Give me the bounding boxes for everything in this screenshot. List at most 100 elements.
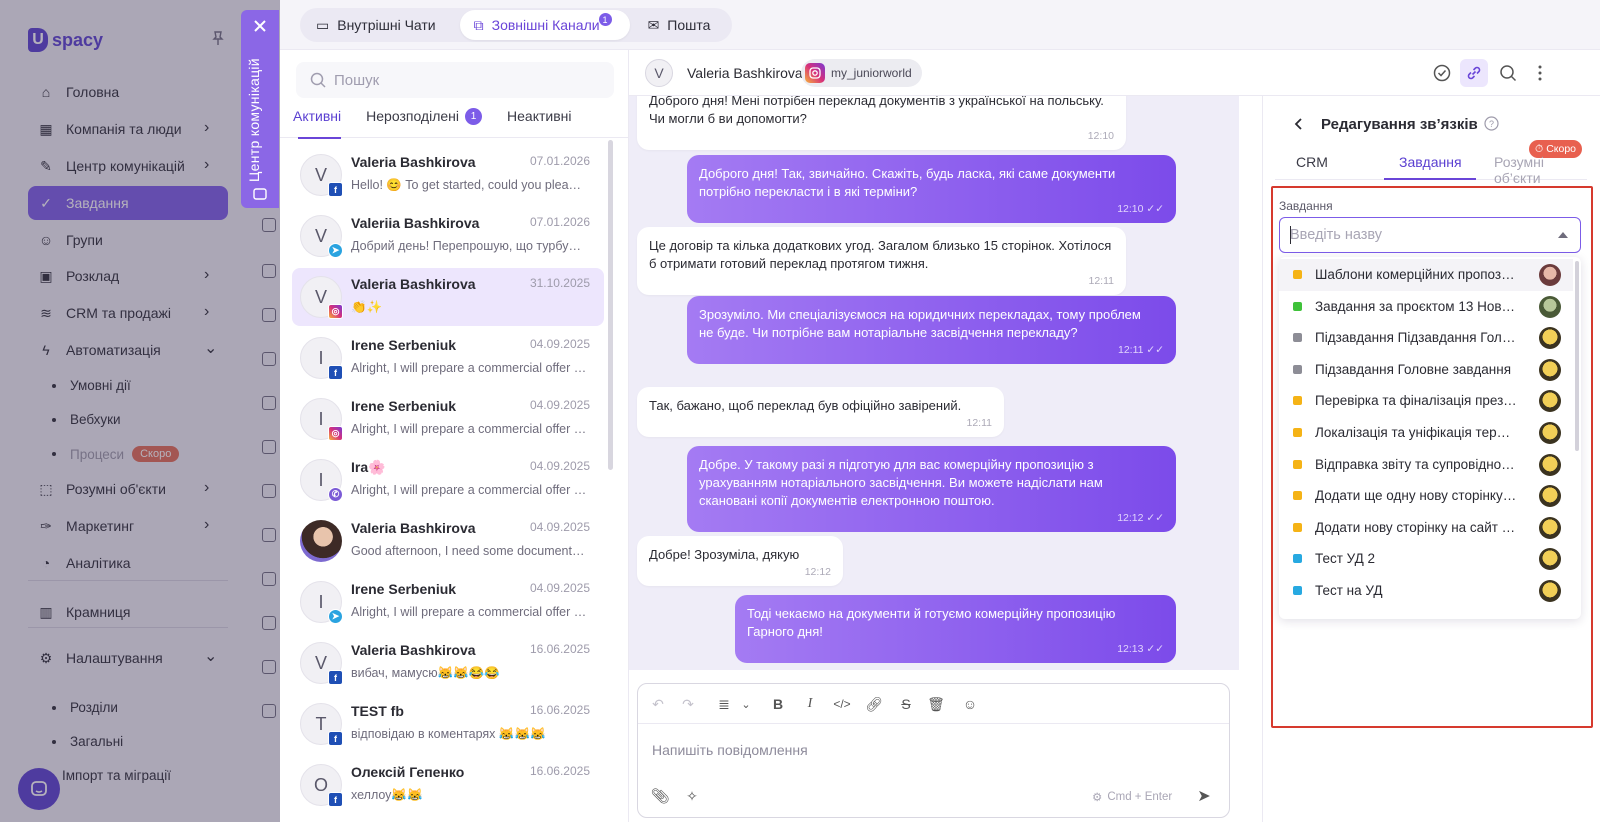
message-text: Зрозуміло. Ми спеціалізуємося на юридичн… bbox=[699, 307, 1141, 340]
chat-bubble-icon: ▭ bbox=[316, 16, 330, 33]
task-option[interactable]: Відправка звіту та супровідного листа bbox=[1279, 449, 1573, 481]
assignee-avatar bbox=[1539, 516, 1561, 539]
message-text: Добре. У такому разі я підготую для вас … bbox=[699, 457, 1103, 508]
conversation-preview: Alright, I will prepare a commercial off… bbox=[351, 483, 587, 497]
outgoing-message[interactable]: Доброго дня! Так, звичайно. Скажіть, буд… bbox=[687, 155, 1176, 223]
tab-channels[interactable]: ⧉ Зовнішні Канали 1 bbox=[459, 10, 630, 40]
conversation-date: 16.06.2025 bbox=[529, 642, 590, 656]
relations-title: Редагування зв’язків bbox=[1321, 116, 1478, 133]
incoming-message[interactable]: Добре! Зрозуміла, дякую 12:12 bbox=[637, 536, 843, 586]
conversation-preview: 👏✨ bbox=[351, 300, 383, 314]
message-composer: ↶ ↷ ≣ ⌄ B I </> 🔗︎ S 🗑︎ ☺ Напишіть повід… bbox=[637, 683, 1230, 818]
task-search-input[interactable]: Введіть назву bbox=[1279, 217, 1581, 253]
communication-center-tab[interactable]: Центр комунікацій bbox=[241, 10, 279, 208]
emoji-icon[interactable]: ☺ bbox=[960, 694, 980, 714]
conversation-item[interactable]: Valeria Bashkirova 04.09.2025 Good afterno… bbox=[292, 512, 604, 570]
conversation-item[interactable]: If Irene Serbeniuk 04.09.2025 Alright, I wi… bbox=[292, 329, 604, 387]
task-option[interactable]: Підзавдання Підзавдання Головне завдання bbox=[1279, 322, 1573, 354]
conversation-item[interactable]: Vf Valeria Bashkirova 16.06.2025 вибач, мам… bbox=[292, 634, 604, 692]
resolve-check-icon[interactable] bbox=[1431, 62, 1453, 84]
search-input[interactable]: Пошук bbox=[296, 62, 614, 98]
conversation-item[interactable]: V ◎ Valeria Bashkirova 31.10.2025 👏✨ bbox=[292, 268, 604, 326]
message-time-label: 12:12 bbox=[804, 566, 831, 578]
task-option[interactable]: Тест на УД bbox=[1279, 575, 1573, 607]
channel-tabs: ▭ Внутрішні Чати ⧉ Зовнішні Канали 1 ✉ Пошта bbox=[300, 8, 733, 42]
incoming-message[interactable]: Так, бажано, щоб переклад був офіційно з… bbox=[637, 387, 1004, 437]
settings-gear-icon[interactable]: ⚙ bbox=[1092, 790, 1102, 804]
message-time: 12:10 ✓✓ bbox=[1117, 200, 1164, 218]
task-option[interactable]: Додати ще одну нову сторінку на сайт bbox=[1279, 480, 1573, 512]
trash-icon[interactable]: 🗑︎ bbox=[926, 694, 946, 714]
task-name: Шаблони комерційних пропозицій bbox=[1315, 267, 1519, 282]
incoming-message[interactable]: Це договір та кілька додаткових угод. За… bbox=[637, 227, 1126, 295]
code-icon[interactable]: </> bbox=[832, 694, 852, 714]
link-icon[interactable]: 🔗︎ bbox=[864, 694, 884, 714]
italic-icon[interactable]: I bbox=[800, 694, 820, 714]
conversation-item[interactable]: I ➤ Irene Serbeniuk 04.09.2025 Alright, I wi… bbox=[292, 573, 604, 631]
conversation-preview: хеллоу😹😹 bbox=[351, 788, 423, 802]
tab-tasks[interactable]: Завдання bbox=[1399, 154, 1462, 170]
close-icon[interactable] bbox=[252, 18, 268, 34]
tab-chat-bubble[interactable]: ▭ Внутрішні Чати bbox=[302, 10, 456, 40]
instagram-account-chip: my_juniorworld bbox=[801, 59, 922, 87]
message-time: 12:13 ✓✓ bbox=[1117, 640, 1164, 658]
more-options-icon[interactable] bbox=[1529, 62, 1551, 84]
tab-smart-objects[interactable]: Розумні об’єкти bbox=[1494, 154, 1587, 186]
message-thread[interactable]: Доброго дня! Мені потрібен переклад доку… bbox=[629, 96, 1239, 670]
conversation-item[interactable]: V ➤ Valeriia Bashkirova 07.01.2026 Добрий де… bbox=[292, 207, 604, 265]
send-icon[interactable]: ➤ bbox=[1194, 786, 1214, 806]
tab-crm[interactable]: CRM bbox=[1296, 154, 1328, 170]
task-option[interactable]: Підзавдання Головне завдання bbox=[1279, 354, 1573, 386]
conversation-item[interactable]: I ✆ Ira🌸 04.09.2025 Alright, I will prepare … bbox=[292, 451, 604, 509]
incoming-message[interactable]: Доброго дня! Мені потрібен переклад доку… bbox=[637, 96, 1126, 150]
outgoing-message[interactable]: Тоді чекаємо на документи й готуємо коме… bbox=[735, 595, 1176, 663]
filter-tab-2[interactable]: Неактивні bbox=[489, 106, 578, 138]
ai-sparkle-icon[interactable]: ✧ bbox=[682, 786, 702, 806]
message-text: Тоді чекаємо на документи й готуємо коме… bbox=[747, 606, 1116, 639]
task-status-color bbox=[1293, 428, 1302, 437]
conversation-item[interactable]: Tf TEST fb 16.06.2025 відповідаю в коментар… bbox=[292, 695, 604, 753]
task-option[interactable]: Тест УД 2 bbox=[1279, 543, 1573, 575]
task-option[interactable]: Перевірка та фіналізація презентації bbox=[1279, 385, 1573, 417]
align-icon[interactable]: ≣ bbox=[714, 694, 734, 714]
task-status-color bbox=[1293, 396, 1302, 406]
read-checkmarks-icon: ✓✓ bbox=[1143, 203, 1164, 215]
redo-icon[interactable]: ↷ bbox=[678, 694, 698, 714]
conversation-name: Олексій Гепенко bbox=[351, 764, 465, 780]
conversation-item[interactable]: I ◎ Irene Serbeniuk 04.09.2025 Alright, I wi… bbox=[292, 390, 604, 448]
task-name: Додати нову сторінку на сайт компанії bbox=[1315, 519, 1519, 535]
attachment-icon[interactable]: 📎︎ bbox=[650, 786, 670, 806]
conversation-name: Irene Serbeniuk bbox=[351, 581, 457, 597]
assignee-avatar bbox=[1539, 485, 1561, 508]
conversation-item[interactable]: Of Олексій Гепенко 16.06.2025 хеллоу😹😹 bbox=[292, 756, 604, 814]
list-scrollbar[interactable] bbox=[608, 140, 613, 470]
message-text: Доброго дня! Так, звичайно. Скажіть, буд… bbox=[699, 166, 1116, 199]
conversation-item[interactable]: Vf Valeria Bashkirova 07.01.2026 Hello! 😊 T… bbox=[292, 146, 604, 204]
chat-header: V Valeria Bashkirova my_juniorworld bbox=[629, 50, 1600, 96]
task-option[interactable]: Шаблони комерційних пропозицій bbox=[1279, 259, 1573, 291]
task-option[interactable]: Завдання за проєктом 13 Новий проєкт bbox=[1279, 291, 1573, 323]
dim-overlay[interactable] bbox=[0, 0, 280, 822]
outgoing-message[interactable]: Зрозуміло. Ми спеціалізуємося на юридичн… bbox=[687, 296, 1176, 364]
chevron-down-icon[interactable]: ⌄ bbox=[736, 694, 756, 714]
tab-mail[interactable]: ✉ Пошта bbox=[634, 10, 731, 40]
telegram-icon: ➤ bbox=[328, 609, 343, 624]
help-icon[interactable]: ? bbox=[1484, 116, 1499, 131]
outgoing-message[interactable]: Добре. У такому разі я підготую для вас … bbox=[687, 446, 1176, 532]
back-chevron-icon[interactable] bbox=[1291, 116, 1307, 132]
read-checkmarks-icon: ✓✓ bbox=[1143, 643, 1164, 655]
undo-icon[interactable]: ↶ bbox=[648, 694, 668, 714]
strikethrough-icon[interactable]: S bbox=[896, 694, 916, 714]
filter-tab-1[interactable]: Нерозподілені 1 bbox=[348, 106, 489, 138]
dropdown-scrollbar[interactable] bbox=[1575, 261, 1579, 451]
link-relations-icon[interactable] bbox=[1460, 59, 1488, 87]
assignee-avatar bbox=[1539, 580, 1561, 602]
bold-icon[interactable]: B bbox=[768, 694, 788, 714]
chevron-up-icon[interactable] bbox=[1558, 232, 1568, 238]
filter-tab-0[interactable]: Активні bbox=[280, 106, 348, 139]
task-option[interactable]: Додати нову сторінку на сайт компанії bbox=[1279, 512, 1573, 544]
search-messages-icon[interactable] bbox=[1497, 62, 1519, 84]
tab-label: Внутрішні Чати bbox=[337, 17, 436, 33]
message-input[interactable]: Напишіть повідомлення bbox=[652, 742, 808, 758]
task-option[interactable]: Локалізація та уніфікація термінології bbox=[1279, 417, 1573, 449]
